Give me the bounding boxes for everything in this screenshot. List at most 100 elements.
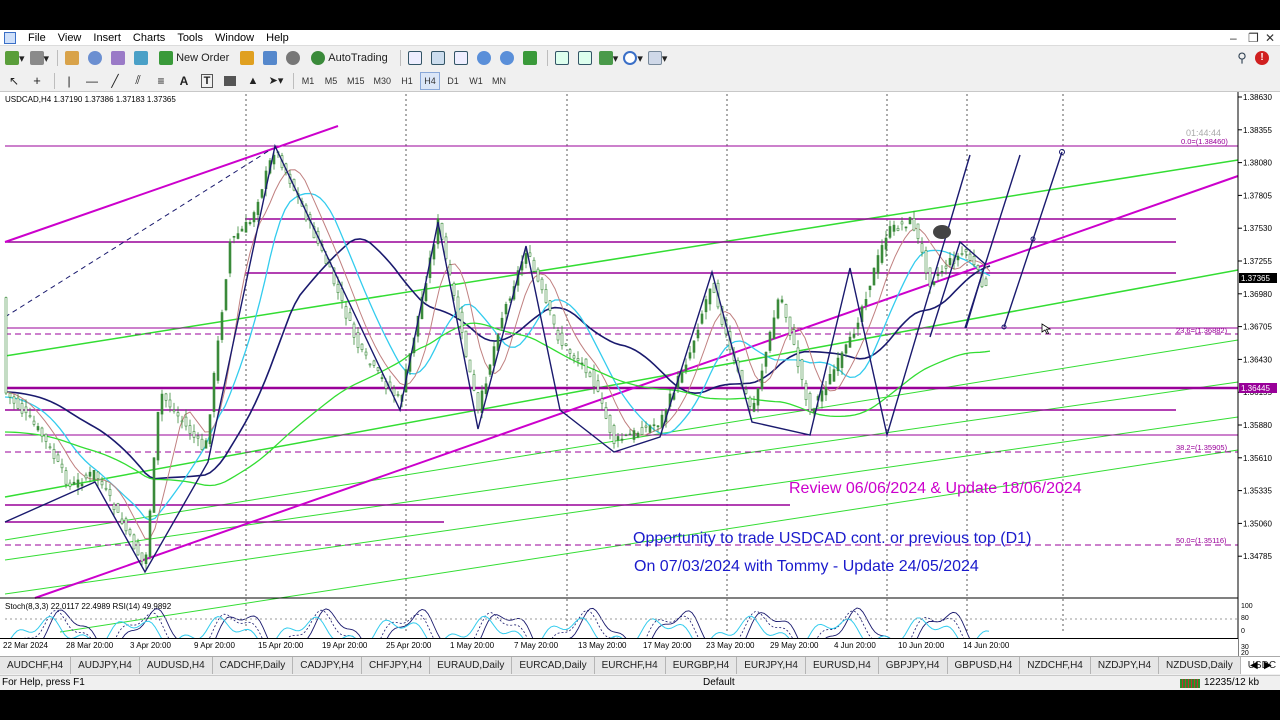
- menu-tools[interactable]: Tools: [171, 30, 209, 46]
- horizontal-line-button[interactable]: —: [82, 72, 102, 90]
- timeframe-m15[interactable]: M15: [344, 72, 368, 90]
- tab-gbpusd[interactable]: GBPUSD,H4: [948, 657, 1021, 674]
- price-scale[interactable]: 1.38630 1.38355 1.38080 1.37805 1.37530 1.372…: [1238, 93, 1272, 561]
- time-tick: 9 Apr 20:00: [194, 641, 235, 650]
- equidistant-channel-button[interactable]: ⫽: [128, 72, 148, 90]
- menu-view[interactable]: View: [52, 30, 88, 46]
- timeframe-d1[interactable]: D1: [443, 72, 463, 90]
- restore-icon[interactable]: ❐: [1248, 31, 1259, 45]
- tab-gbpjpy[interactable]: GBPJPY,H4: [879, 657, 948, 674]
- autotrading-icon: [311, 51, 326, 65]
- menu-insert[interactable]: Insert: [87, 30, 127, 46]
- menu-help[interactable]: Help: [260, 30, 295, 46]
- new-order-button[interactable]: New Order: [154, 49, 234, 67]
- candle-body: [68, 482, 72, 487]
- tile-windows-button[interactable]: [520, 49, 540, 67]
- tab-scroll-right-icon[interactable]: ▶: [1264, 657, 1272, 674]
- text-label-button[interactable]: T: [197, 72, 217, 90]
- zoom-out-icon: [499, 51, 514, 65]
- text-button[interactable]: A: [174, 72, 194, 90]
- auto-scroll-button[interactable]: [552, 49, 572, 67]
- candle-body: [80, 483, 84, 487]
- tab-eurusd[interactable]: EURUSD,H4: [806, 657, 879, 674]
- tab-eurchf[interactable]: EURCHF,H4: [595, 657, 666, 674]
- menu-file[interactable]: File: [22, 30, 52, 46]
- periods-button[interactable]: ▾: [622, 49, 644, 67]
- tab-audjpy[interactable]: AUDJPY,H4: [71, 657, 140, 674]
- line-chart-button[interactable]: [451, 49, 471, 67]
- notifications-button[interactable]: !: [1252, 49, 1272, 67]
- signals-button[interactable]: [283, 49, 303, 67]
- tab-nzdchf[interactable]: NZDCHF,H4: [1020, 657, 1091, 674]
- vertical-line-button[interactable]: |: [59, 72, 79, 90]
- tab-eurcad[interactable]: EURCAD,Daily: [512, 657, 595, 674]
- timeframe-h4[interactable]: H4: [420, 71, 441, 90]
- chart-shift-button[interactable]: [575, 49, 595, 67]
- minimize-icon[interactable]: –: [1230, 31, 1237, 45]
- data-window-button[interactable]: [108, 49, 128, 67]
- candle-body: [376, 367, 380, 371]
- time-tick: 17 May 20:00: [643, 641, 692, 650]
- price-chart[interactable]: USDCAD,H4 1.37190 1.37386 1.37183 1.3736…: [0, 92, 1280, 656]
- zoom-out-button[interactable]: [497, 49, 517, 67]
- trendline-button[interactable]: ╱: [105, 72, 125, 90]
- tab-cadjpy[interactable]: CADJPY,H4: [293, 657, 362, 674]
- terminal-window: File View Insert Charts Tools Window Hel…: [0, 30, 1280, 690]
- templates-button[interactable]: ▾: [647, 49, 669, 67]
- candle-body: [36, 426, 40, 431]
- tab-cadchf[interactable]: CADCHF,Daily: [213, 657, 294, 674]
- tab-usdcad[interactable]: USDC: [1240, 657, 1280, 674]
- fib-label: 0.0=(1.38460): [1181, 137, 1228, 146]
- tab-audchf[interactable]: AUDCHF,H4: [0, 657, 72, 674]
- rectangle-button[interactable]: [220, 72, 240, 90]
- search-button[interactable]: ⚲: [1232, 49, 1252, 67]
- cursor-button[interactable]: ↖: [4, 72, 24, 90]
- new-chart-button[interactable]: ▾: [4, 49, 26, 67]
- timeframe-mn[interactable]: MN: [489, 72, 509, 90]
- candle-body: [792, 329, 796, 345]
- arrows-button[interactable]: ➤ ▾: [266, 72, 286, 90]
- market-watch-button[interactable]: [62, 49, 82, 67]
- timeframe-m1[interactable]: M1: [298, 72, 318, 90]
- tab-euraud[interactable]: EURAUD,Daily: [430, 657, 513, 674]
- crosshair-button[interactable]: +: [27, 72, 47, 90]
- tab-scroll-left-icon[interactable]: ◀: [1250, 657, 1258, 674]
- candle-body: [464, 330, 468, 357]
- tab-eurgbp[interactable]: EURGBP,H4: [666, 657, 738, 674]
- triangle-button[interactable]: ▲: [243, 72, 263, 90]
- indicators-button[interactable]: ▾: [598, 49, 620, 67]
- horizontal-line-icon: —: [86, 73, 98, 88]
- tab-chfjpy[interactable]: CHFJPY,H4: [362, 657, 431, 674]
- menu-charts[interactable]: Charts: [127, 30, 171, 46]
- candle-body: [576, 358, 580, 362]
- timeframe-w1[interactable]: W1: [466, 72, 486, 90]
- timeframe-m5[interactable]: M5: [321, 72, 341, 90]
- text-icon: A: [179, 73, 189, 88]
- tab-nzdjpy[interactable]: NZDJPY,H4: [1091, 657, 1160, 674]
- menu-window[interactable]: Window: [209, 30, 260, 46]
- profiles-button[interactable]: ▾: [29, 49, 51, 67]
- fibonacci-button[interactable]: ≡: [151, 72, 171, 90]
- candle-body: [852, 333, 856, 338]
- candle-body: [360, 343, 364, 350]
- navigator-button[interactable]: [85, 49, 105, 67]
- time-scale[interactable]: 22 Mar 2024 28 Mar 20:00 3 Apr 20:00 9 A…: [0, 638, 1238, 656]
- autotrading-button[interactable]: AutoTrading: [306, 49, 393, 67]
- candle-body: [48, 446, 52, 449]
- timeframe-h1[interactable]: H1: [397, 72, 417, 90]
- tab-eurjpy[interactable]: EURJPY,H4: [737, 657, 806, 674]
- auto-scroll-icon: [554, 51, 569, 65]
- status-bar: For Help, press F1 Default 12235/12 kb: [0, 675, 1280, 690]
- candlestick-button[interactable]: [428, 49, 448, 67]
- strategy-tester-button[interactable]: [260, 49, 280, 67]
- zoom-in-button[interactable]: [474, 49, 494, 67]
- meta-editor-button[interactable]: [237, 49, 257, 67]
- timeframe-m30[interactable]: M30: [371, 72, 395, 90]
- terminal-button[interactable]: [131, 49, 151, 67]
- tab-nzdusd[interactable]: NZDUSD,Daily: [1159, 657, 1241, 674]
- bar-chart-button[interactable]: [405, 49, 425, 67]
- tab-audusd[interactable]: AUDUSD,H4: [140, 657, 213, 674]
- candle-body: [240, 228, 244, 232]
- close-icon[interactable]: ✕: [1265, 31, 1275, 45]
- chart-window[interactable]: USDCAD,H4 1.37190 1.37386 1.37183 1.3736…: [0, 92, 1280, 656]
